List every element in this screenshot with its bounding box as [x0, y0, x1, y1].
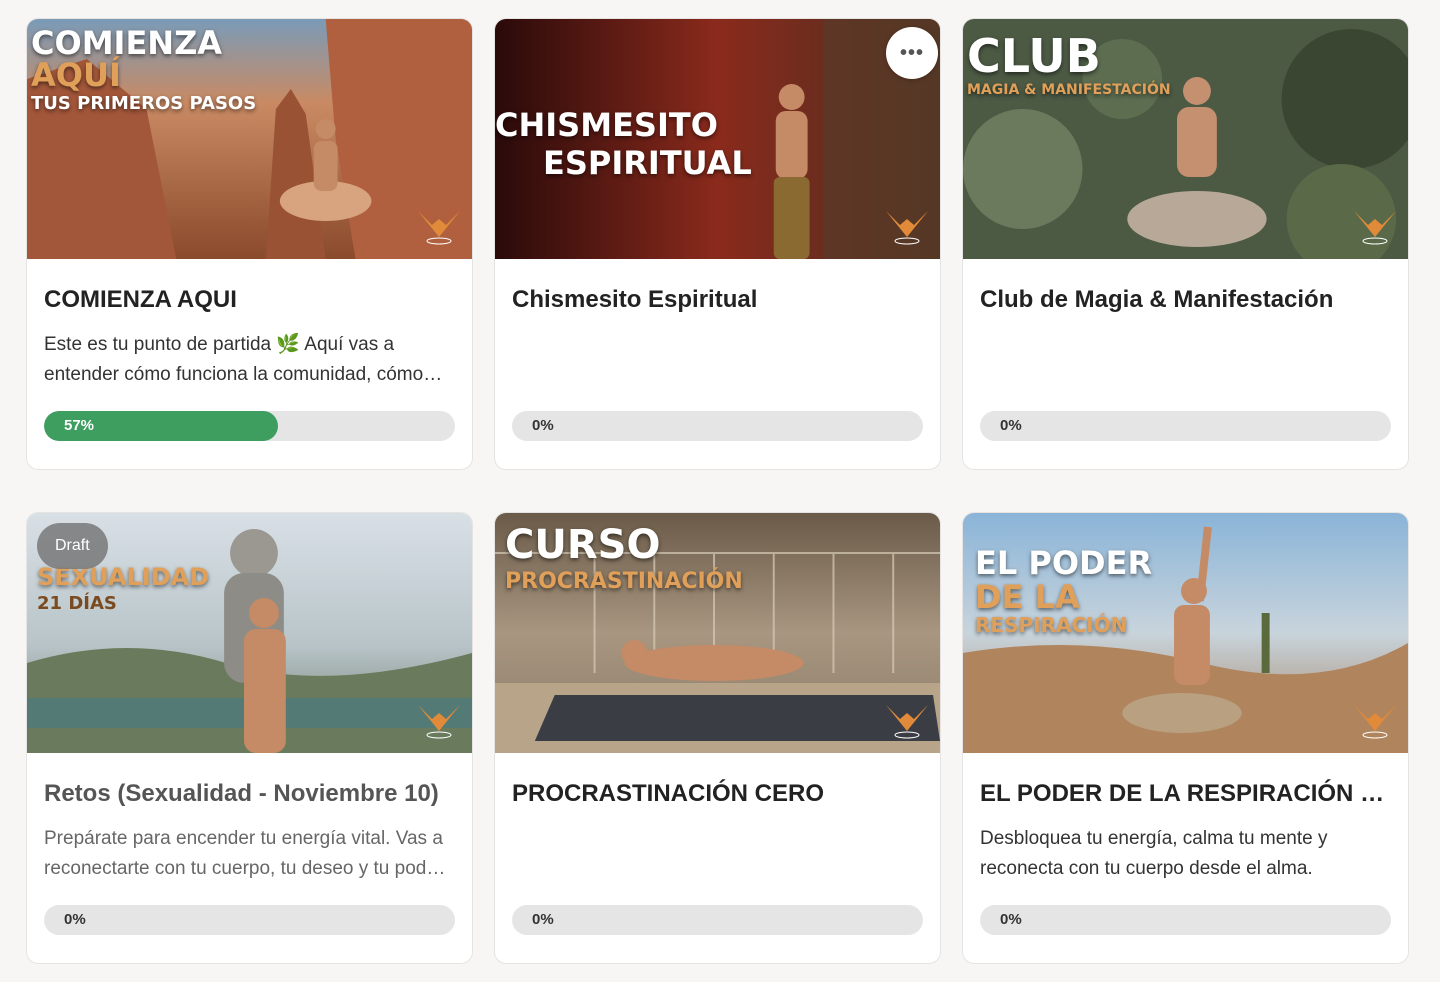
- thumb-title-line1: EL PODER: [975, 544, 1153, 582]
- course-card-respiracion[interactable]: EL PODER DE LA RESPIRACIÓN EL PODER DE L…: [962, 512, 1409, 964]
- course-thumbnail[interactable]: CLUB MAGIA & MANIFESTACIÓN: [963, 19, 1408, 259]
- course-thumbnail[interactable]: CHISMESITO ESPIRITUAL •••: [495, 19, 940, 259]
- course-grid: COMIENZA AQUÍ TUS PRIMEROS PASOS COMIENZ…: [26, 18, 1409, 964]
- brand-logo-icon: [1354, 705, 1396, 739]
- progress-bar: 0%: [980, 905, 1391, 935]
- course-thumbnail[interactable]: COMIENZA AQUÍ TUS PRIMEROS PASOS: [27, 19, 472, 259]
- brand-logo-icon: [886, 705, 928, 739]
- more-options-button[interactable]: •••: [886, 27, 938, 79]
- progress-bar: 0%: [512, 411, 923, 441]
- brand-logo-icon: [418, 211, 460, 245]
- brand-logo-icon: [1354, 211, 1396, 245]
- thumb-subtitle: MAGIA & MANIFESTACIÓN: [967, 82, 1171, 98]
- progress-label: 0%: [532, 417, 554, 434]
- thumb-title-line2: DE LA: [975, 578, 1080, 616]
- progress-bar: 0%: [512, 905, 923, 935]
- draft-badge: Draft: [37, 523, 108, 569]
- course-card-retos[interactable]: SEXUALIDAD 21 DÍAS Draft Retos (Sexualid…: [26, 512, 473, 964]
- course-title: COMIENZA AQUI: [44, 286, 237, 313]
- more-dots-icon: •••: [899, 41, 924, 64]
- course-description: [980, 330, 1391, 390]
- thumb-title-line2: ESPIRITUAL: [543, 144, 752, 182]
- course-title: Chismesito Espiritual: [512, 286, 758, 313]
- course-card-chismesito[interactable]: CHISMESITO ESPIRITUAL ••• Chismesito Esp…: [494, 18, 941, 470]
- progress-label: 0%: [64, 911, 86, 928]
- thumb-subtitle: PROCRASTINACIÓN: [505, 569, 743, 594]
- thumb-subtitle: RESPIRACIÓN: [975, 613, 1128, 637]
- brand-logo-icon: [418, 705, 460, 739]
- course-description: Este es tu punto de partida 🌿 Aquí vas a…: [44, 334, 424, 385]
- course-description: [512, 824, 923, 884]
- course-card-comienza-aqui[interactable]: COMIENZA AQUÍ TUS PRIMEROS PASOS COMIENZ…: [26, 18, 473, 470]
- thumb-title-line1: CHISMESITO: [495, 106, 718, 144]
- progress-bar: 0%: [44, 905, 455, 935]
- thumb-title-line2: AQUÍ: [31, 56, 121, 94]
- course-thumbnail[interactable]: SEXUALIDAD 21 DÍAS Draft: [27, 513, 472, 753]
- course-title: Club de Magia & Manifestación: [980, 286, 1334, 313]
- thumb-title-line1: COMIENZA: [31, 24, 223, 62]
- course-description: Desbloquea tu energía, calma tu mente y …: [980, 828, 1328, 879]
- course-card-club[interactable]: CLUB MAGIA & MANIFESTACIÓN Club de Magia…: [962, 18, 1409, 470]
- progress-bar: 57%: [44, 411, 455, 441]
- thumb-title-line1: CLUB: [967, 29, 1101, 83]
- thumb-title-line1: CURSO: [505, 522, 661, 568]
- progress-label: 0%: [1000, 417, 1022, 434]
- progress-label: 57%: [64, 417, 95, 434]
- course-title: EL PODER DE LA RESPIRACIÓN CONSCIENTE: [980, 780, 1391, 807]
- course-title: PROCRASTINACIÓN CERO: [512, 780, 825, 807]
- course-title: Retos (Sexualidad - Noviembre 10): [44, 780, 439, 807]
- course-thumbnail[interactable]: EL PODER DE LA RESPIRACIÓN: [963, 513, 1408, 753]
- progress-label: 0%: [1000, 911, 1022, 928]
- brand-logo-icon: [886, 211, 928, 245]
- progress-bar: 0%: [980, 411, 1391, 441]
- course-description: Prepárate para encender tu energía vital…: [44, 828, 444, 879]
- course-thumbnail[interactable]: CURSO PROCRASTINACIÓN: [495, 513, 940, 753]
- course-description: [512, 330, 923, 390]
- progress-label: 0%: [532, 911, 554, 928]
- thumb-subtitle: TUS PRIMEROS PASOS: [31, 93, 257, 114]
- course-card-procrastinacion[interactable]: CURSO PROCRASTINACIÓN PROCRASTINACIÓN CE…: [494, 512, 941, 964]
- thumb-subtitle: 21 DÍAS: [37, 593, 117, 614]
